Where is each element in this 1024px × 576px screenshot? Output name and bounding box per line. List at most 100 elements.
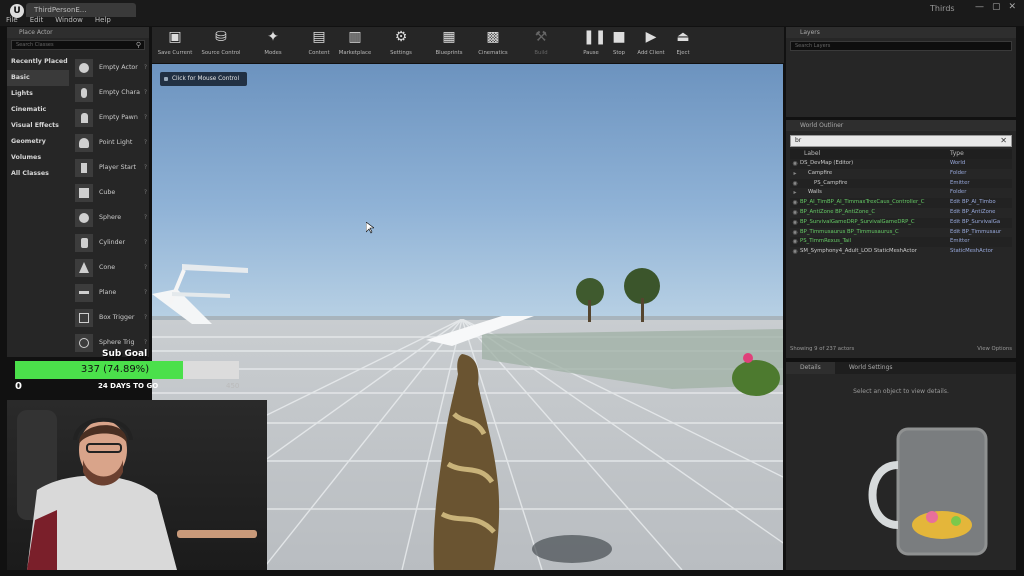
- cinematics-button[interactable]: ▩ Cinematics: [470, 29, 516, 61]
- eject-icon: ⏏: [676, 29, 690, 45]
- folder-icon: ▸: [793, 189, 797, 197]
- close-icon[interactable]: ✕: [1008, 2, 1016, 12]
- outliner-header: World Outliner: [786, 120, 1016, 131]
- eye-icon[interactable]: ◉: [790, 208, 800, 218]
- eject-button[interactable]: ⏏ Eject: [660, 29, 706, 61]
- box-trigger-icon: [75, 308, 93, 327]
- maximize-icon[interactable]: ▢: [992, 2, 1001, 12]
- clapper-icon: ▩: [486, 29, 500, 45]
- category-all-classes[interactable]: All Classes: [7, 166, 69, 182]
- help-icon: ?: [143, 289, 147, 296]
- details-tabs: Details World Settings: [786, 362, 1016, 374]
- title-bar: U ThirdPersonE... File Edit Window Help …: [0, 0, 1024, 26]
- save-current-button[interactable]: ▣ Save Current: [152, 29, 198, 61]
- help-icon: ?: [143, 214, 147, 221]
- place-empty-actor[interactable]: Empty Actor?: [71, 55, 149, 80]
- place-player-start[interactable]: Player Start?: [71, 155, 149, 180]
- category-cinematic[interactable]: Cinematic: [7, 102, 69, 118]
- table-row[interactable]: ◉ BP_AntiZone BP_AntiZone_C Edit BP_AntiZo…: [790, 208, 1012, 218]
- eye-icon[interactable]: ◉: [790, 247, 800, 257]
- marketplace-icon: ▥: [348, 29, 362, 45]
- help-icon: ?: [143, 64, 147, 71]
- source-control-button[interactable]: ⛁ Source Control: [198, 29, 244, 61]
- details-empty-message: Select an object to view details.: [853, 388, 949, 395]
- table-row[interactable]: ◉ PS_Campfire Emitter: [790, 178, 1012, 189]
- place-empty-pawn[interactable]: Empty Pawn?: [71, 105, 149, 130]
- eye-icon[interactable]: ◉: [790, 198, 800, 208]
- window-controls: — ▢ ✕: [975, 2, 1016, 12]
- place-cone[interactable]: Cone?: [71, 255, 149, 280]
- view-options-button[interactable]: View Options: [977, 344, 1012, 354]
- modes-panel: Place Actor Search Classes ⚲ Recently Pl…: [7, 27, 149, 357]
- mouse-control-hint[interactable]: Click for Mouse Control: [160, 72, 248, 86]
- menu-help[interactable]: Help: [95, 16, 111, 26]
- settings-button[interactable]: ⚙ Settings: [378, 29, 424, 61]
- table-row[interactable]: ▸ Walls Folder: [790, 188, 1012, 198]
- place-cube[interactable]: Cube?: [71, 180, 149, 205]
- category-volumes[interactable]: Volumes: [7, 150, 69, 166]
- menu-file[interactable]: File: [6, 16, 18, 26]
- table-row[interactable]: ◉ DS_DevMap (Editor) World: [790, 159, 1012, 169]
- table-row[interactable]: ◉ BP_Timmusaurus BP_Timmusaurus_C Edit BP_…: [790, 228, 1012, 238]
- place-box-trigger[interactable]: Box Trigger?: [71, 305, 149, 330]
- placeable-list: Empty Actor? Empty Chara? Empty Pawn? Po…: [71, 55, 149, 355]
- actor-count: Showing 9 of 237 actors: [790, 346, 855, 352]
- minimize-icon[interactable]: —: [975, 2, 984, 12]
- category-basic[interactable]: Basic: [7, 70, 69, 86]
- eye-icon[interactable]: ◉: [790, 159, 800, 169]
- category-geometry[interactable]: Geometry: [7, 134, 69, 150]
- help-icon: ?: [143, 339, 147, 346]
- clear-search-icon[interactable]: ✕: [1000, 136, 1007, 146]
- blueprints-button[interactable]: ▦ Blueprints: [426, 29, 472, 61]
- place-point-light[interactable]: Point Light?: [71, 130, 149, 155]
- place-cylinder[interactable]: Cylinder?: [71, 230, 149, 255]
- modes-button[interactable]: ✦ Modes: [250, 29, 296, 61]
- column-type[interactable]: Type: [950, 149, 964, 159]
- search-placeholder: Search Classes: [16, 42, 54, 48]
- plane-icon: [75, 283, 93, 302]
- place-plane[interactable]: Plane?: [71, 280, 149, 305]
- character-icon: [75, 83, 93, 102]
- place-empty-character[interactable]: Empty Chara?: [71, 80, 149, 105]
- eye-icon[interactable]: ◉: [790, 228, 800, 238]
- help-icon: ?: [143, 189, 147, 196]
- modes-header: Place Actor: [7, 27, 149, 38]
- source-control-icon: ⛁: [215, 29, 227, 45]
- table-row[interactable]: ◉ SM_Symphony4_Adult_LOD StaticMeshActor S…: [790, 247, 1012, 257]
- eye-icon[interactable]: ◉: [790, 237, 800, 247]
- document-tab[interactable]: ThirdPersonE...: [26, 3, 136, 17]
- content-icon: ▤: [312, 29, 326, 45]
- build-button[interactable]: ⚒ Build: [518, 29, 564, 61]
- place-sphere[interactable]: Sphere?: [71, 205, 149, 230]
- outliner-columns: Label Type: [790, 149, 1012, 159]
- outliner-rows: ◉ DS_DevMap (Editor) World ▸ Campfire Folder…: [786, 159, 1016, 257]
- category-recently-placed[interactable]: Recently Placed: [7, 54, 69, 70]
- category-visual-effects[interactable]: Visual Effects: [7, 118, 69, 134]
- table-row[interactable]: ◉ BP_AI_TimBP_AI_TimmaxTrexCaus_Controlle…: [790, 198, 1012, 208]
- eye-icon[interactable]: ◉: [790, 179, 800, 189]
- class-search-input[interactable]: Search Classes ⚲: [11, 40, 145, 50]
- outliner-search-input[interactable]: br ✕: [790, 135, 1012, 147]
- column-label[interactable]: Label: [790, 149, 950, 159]
- player-start-icon: [75, 158, 93, 177]
- streamer-figure: [17, 410, 257, 570]
- sub-goal-start: 0: [15, 381, 22, 392]
- category-lights[interactable]: Lights: [7, 86, 69, 102]
- table-row[interactable]: ◉ BP_SurvivalGameDRP_SurvivalGameDRP_C Edi…: [790, 217, 1012, 228]
- marketplace-button[interactable]: ▥ Marketplace: [332, 29, 378, 61]
- layers-panel: Layers Search Layers: [786, 27, 1016, 117]
- table-row[interactable]: ▸ Campfire Folder: [790, 169, 1012, 179]
- ramp: [426, 316, 534, 346]
- table-row[interactable]: ◉ PS_TimmRexus_Tail Emitter: [790, 237, 1012, 248]
- flowering-plant: [732, 353, 780, 396]
- tab-world-settings[interactable]: World Settings: [835, 362, 907, 374]
- menu-bar: File Edit Window Help: [6, 16, 111, 26]
- project-name: Thirds: [930, 4, 955, 13]
- menu-edit[interactable]: Edit: [30, 16, 44, 26]
- tab-details[interactable]: Details: [786, 362, 835, 374]
- eye-icon[interactable]: ◉: [790, 218, 800, 228]
- layers-search-input[interactable]: Search Layers: [790, 41, 1012, 51]
- play-icon: ▶: [645, 29, 657, 45]
- cone-icon: [75, 258, 93, 277]
- menu-window[interactable]: Window: [55, 16, 83, 26]
